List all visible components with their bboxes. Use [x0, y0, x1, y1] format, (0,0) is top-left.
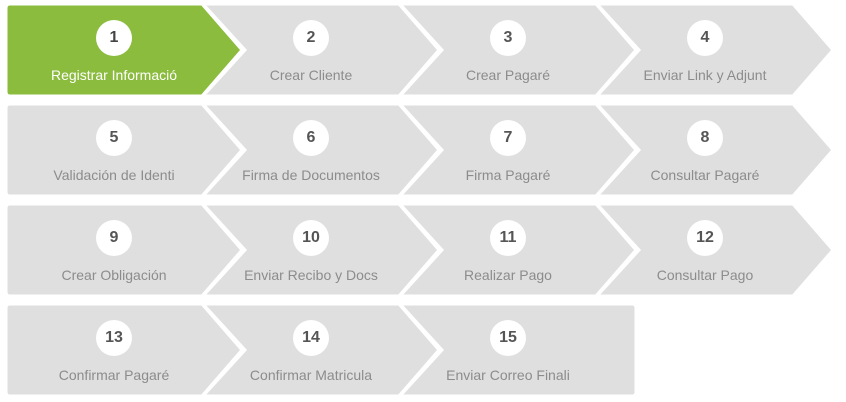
step-number-badge: 6	[293, 120, 329, 156]
step-label: Registrar Informació	[50, 67, 178, 83]
step-number-badge: 14	[293, 320, 329, 356]
wizard-step-13[interactable]: 13 Confirmar Pagaré	[4, 302, 244, 398]
step-number-badge: 13	[96, 320, 132, 356]
step-number-badge: 4	[687, 20, 723, 56]
step-number-badge: 5	[96, 120, 132, 156]
step-number-badge: 10	[293, 220, 329, 256]
step-number-badge: 3	[490, 20, 526, 56]
step-number-badge: 1	[96, 20, 132, 56]
wizard-step-5[interactable]: 5 Validación de Identi	[4, 102, 244, 198]
step-number-badge: 11	[490, 220, 526, 256]
wizard-step-9[interactable]: 9 Crear Obligación	[4, 202, 244, 298]
step-label: Crear Obligación	[61, 267, 167, 283]
step-number-badge: 9	[96, 220, 132, 256]
step-number-badge: 8	[687, 120, 723, 156]
step-label: Confirmar Pagaré	[58, 367, 170, 383]
step-label: Validación de Identi	[53, 167, 175, 183]
step-number-badge: 7	[490, 120, 526, 156]
step-wizard: 1 Registrar Informació 2 Crear Cliente 3…	[0, 0, 846, 402]
wizard-step-1[interactable]: 1 Registrar Informació	[4, 2, 244, 98]
step-number-badge: 12	[687, 220, 723, 256]
step-number-badge: 15	[490, 320, 526, 356]
step-number-badge: 2	[293, 20, 329, 56]
